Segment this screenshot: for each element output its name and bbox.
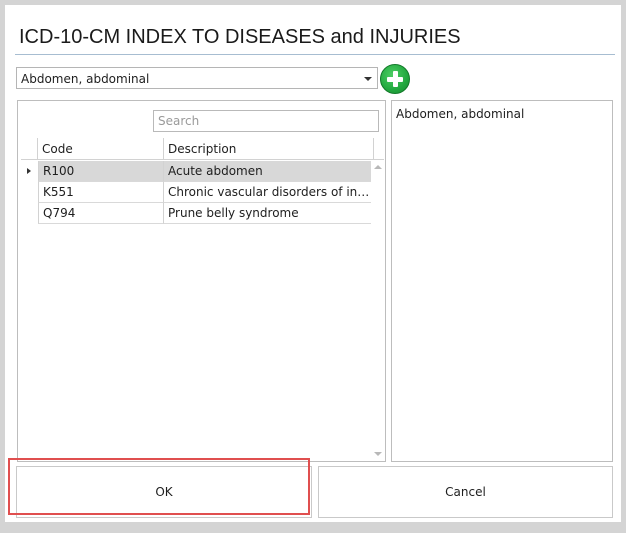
plus-bar-vertical <box>393 71 398 87</box>
scroll-up-icon[interactable] <box>374 165 382 169</box>
cell-description[interactable]: Prune belly syndrome <box>164 203 371 224</box>
code-grid: Code Description R100 Acute abdomen K551… <box>21 138 384 460</box>
ok-button[interactable]: OK <box>16 466 312 518</box>
column-header-code[interactable]: Code <box>38 138 164 160</box>
grid-scrollbar[interactable] <box>372 161 384 460</box>
row-indicator <box>21 203 38 224</box>
scroll-down-icon[interactable] <box>374 452 382 456</box>
code-list-panel: Code Description R100 Acute abdomen K551… <box>17 100 386 462</box>
row-indicator <box>21 182 38 203</box>
chevron-down-icon[interactable] <box>364 77 372 81</box>
table-row[interactable]: R100 Acute abdomen <box>21 161 371 182</box>
term-detail-text: Abdomen, abdominal <box>396 107 525 121</box>
grid-header: Code Description <box>21 138 384 160</box>
current-row-arrow-icon <box>27 168 31 174</box>
cell-code[interactable]: K551 <box>38 182 164 203</box>
search-input[interactable] <box>153 110 379 132</box>
term-combobox-value: Abdomen, abdominal <box>21 72 150 86</box>
term-combobox[interactable]: Abdomen, abdominal <box>16 67 378 89</box>
dialog-title: ICD-10-CM INDEX TO DISEASES and INJURIES <box>19 26 461 48</box>
term-detail-panel: Abdomen, abdominal <box>391 100 613 462</box>
title-divider <box>15 54 615 55</box>
row-indicator-header <box>21 138 38 160</box>
plus-circle-icon[interactable] <box>380 64 410 94</box>
table-row[interactable]: Q794 Prune belly syndrome <box>21 203 371 224</box>
column-header-description[interactable]: Description <box>164 138 374 160</box>
cell-code[interactable]: Q794 <box>38 203 164 224</box>
cell-code[interactable]: R100 <box>38 161 164 182</box>
cell-description[interactable]: Chronic vascular disorders of intestine <box>164 182 371 203</box>
row-indicator <box>21 161 38 182</box>
cell-description[interactable]: Acute abdomen <box>164 161 371 182</box>
icd-index-dialog: ICD-10-CM INDEX TO DISEASES and INJURIES… <box>5 5 621 522</box>
table-row[interactable]: K551 Chronic vascular disorders of intes… <box>21 182 371 203</box>
cancel-button[interactable]: Cancel <box>318 466 613 518</box>
